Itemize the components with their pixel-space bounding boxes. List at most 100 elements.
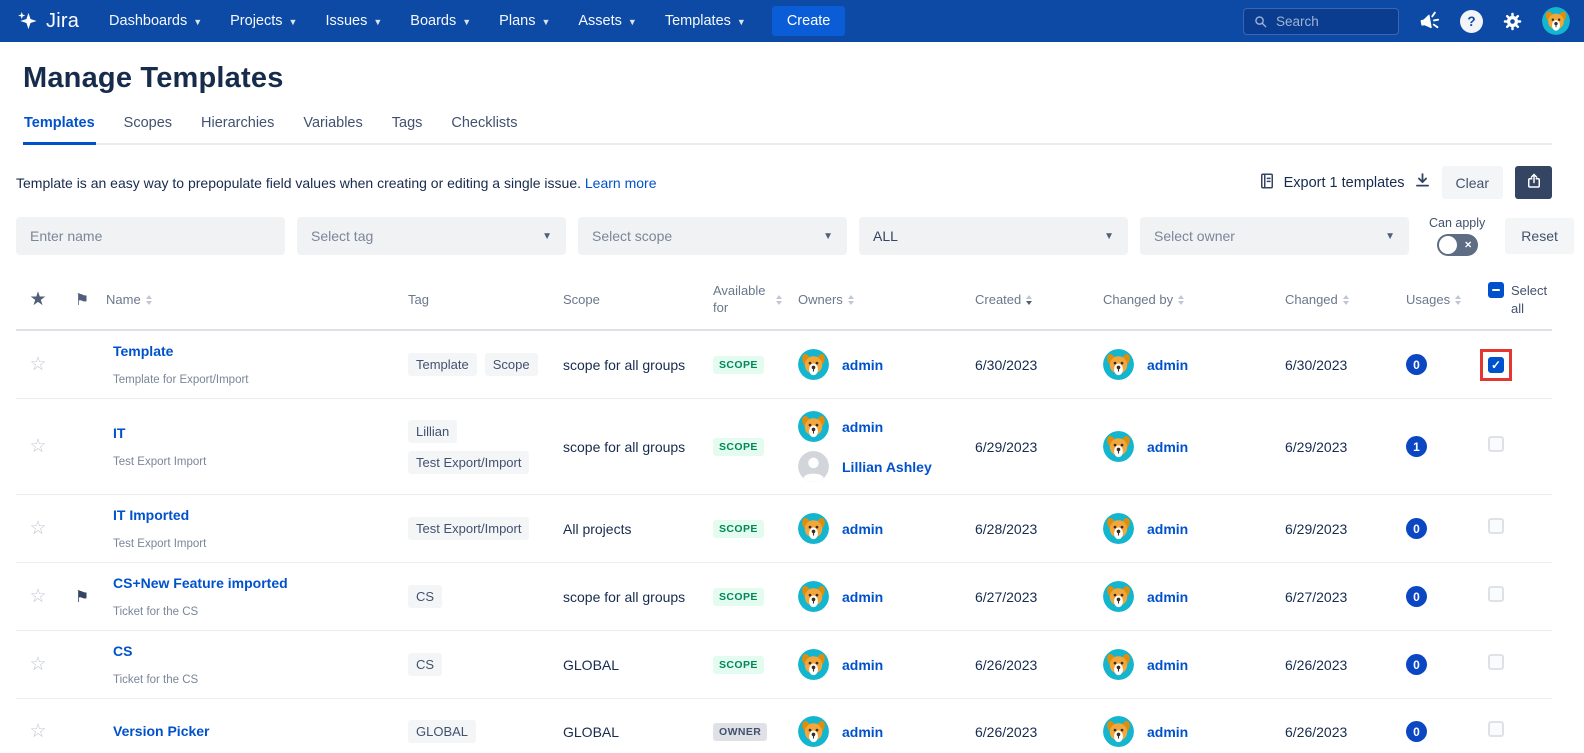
template-name-link[interactable]: Template: [113, 343, 173, 359]
download-icon[interactable]: [1413, 171, 1432, 194]
nav-item-issues[interactable]: Issues▼: [325, 13, 382, 29]
tab-hierarchies[interactable]: Hierarchies: [200, 115, 275, 145]
name-filter-input[interactable]: [30, 228, 271, 244]
page-title: Manage Templates: [23, 62, 1552, 95]
sort-icon: [776, 295, 782, 305]
page-description: Template is an easy way to prepopulate f…: [16, 175, 656, 191]
row-checkbox[interactable]: [1488, 518, 1504, 534]
reset-button[interactable]: Reset: [1505, 218, 1574, 254]
nav-item-templates[interactable]: Templates▼: [665, 13, 746, 29]
header-changed[interactable]: Changed: [1275, 292, 1398, 307]
user-avatar[interactable]: [1542, 7, 1570, 35]
jira-logo[interactable]: Jira: [16, 10, 79, 33]
tab-tags[interactable]: Tags: [391, 115, 424, 145]
user-link[interactable]: admin: [1147, 439, 1188, 455]
nav-item-dashboards[interactable]: Dashboards▼: [109, 13, 202, 29]
table-row: ☆ ⚑ Template Template for Export/Import …: [16, 331, 1552, 399]
user-link[interactable]: admin: [842, 724, 883, 740]
template-name-link[interactable]: CS: [113, 643, 132, 659]
user-link[interactable]: admin: [1147, 357, 1188, 373]
tag-chips: GLOBAL: [400, 720, 555, 743]
nav-item-projects[interactable]: Projects▼: [230, 13, 297, 29]
favorite-star-icon[interactable]: ☆: [29, 518, 46, 539]
user-link[interactable]: admin: [1147, 589, 1188, 605]
select-all-checkbox[interactable]: [1488, 282, 1504, 298]
owner-filter-dropdown[interactable]: Select owner ▼: [1140, 217, 1409, 255]
row-checkbox[interactable]: [1488, 721, 1504, 737]
person-avatar-icon: [798, 451, 829, 482]
type-filter-dropdown[interactable]: ALL ▼: [859, 217, 1128, 255]
owner: admin: [1103, 431, 1267, 462]
row-checkbox[interactable]: [1488, 586, 1504, 602]
create-button[interactable]: Create: [772, 6, 846, 36]
global-search[interactable]: [1243, 8, 1399, 35]
template-description: Ticket for the CS: [113, 674, 392, 686]
tag-filter-dropdown[interactable]: Select tag ▼: [297, 217, 566, 255]
template-name-link[interactable]: Version Picker: [113, 723, 210, 739]
scope-filter-dropdown[interactable]: Select scope ▼: [578, 217, 847, 255]
tab-checklists[interactable]: Checklists: [450, 115, 518, 145]
template-description: Template for Export/Import: [113, 374, 392, 386]
template-name-link[interactable]: IT Imported: [113, 507, 189, 523]
owner: admin: [1103, 349, 1267, 380]
row-checkbox[interactable]: [1488, 654, 1504, 670]
header-available-for[interactable]: Available for: [705, 283, 790, 316]
tag-chip: Test Export/Import: [408, 451, 529, 474]
name-filter[interactable]: [16, 217, 285, 255]
favorite-star-icon[interactable]: ☆: [29, 654, 46, 675]
nav-item-assets[interactable]: Assets▼: [578, 13, 636, 29]
changed-by-cell: admin: [1095, 649, 1275, 680]
search-input[interactable]: [1276, 14, 1386, 29]
tab-scopes[interactable]: Scopes: [123, 115, 173, 145]
description-row: Template is an easy way to prepopulate f…: [16, 166, 1552, 199]
help-icon[interactable]: ?: [1460, 10, 1483, 33]
sort-icon: [848, 295, 854, 305]
announcements-megaphone-icon[interactable]: [1418, 10, 1441, 33]
settings-gear-icon[interactable]: [1502, 11, 1523, 32]
user-link[interactable]: admin: [1147, 521, 1188, 537]
favorite-star-icon[interactable]: ☆: [29, 436, 46, 457]
export-templates-action[interactable]: Export 1 templates: [1258, 171, 1432, 195]
chevron-down-icon: ▼: [737, 17, 746, 27]
header-owners[interactable]: Owners: [790, 292, 965, 307]
header-name[interactable]: Name: [104, 292, 400, 307]
header-created[interactable]: Created: [965, 292, 1095, 307]
flag-header-icon[interactable]: ⚑: [60, 290, 104, 310]
learn-more-link[interactable]: Learn more: [585, 175, 657, 191]
user-link[interactable]: Lillian Ashley: [842, 459, 932, 475]
tab-variables[interactable]: Variables: [302, 115, 363, 145]
dog-avatar-icon: [1103, 349, 1134, 380]
available-for-badge: OWNER: [713, 723, 767, 741]
user-link[interactable]: admin: [842, 589, 883, 605]
filter-bar: Select tag ▼ Select scope ▼ ALL ▼ Select…: [16, 216, 1552, 256]
user-link[interactable]: admin: [842, 357, 883, 373]
template-name-link[interactable]: IT: [113, 425, 125, 441]
templates-table: ★ ⚑ Name Tag Scope Available for Owners …: [16, 272, 1552, 753]
row-checkbox[interactable]: [1488, 436, 1504, 452]
clear-button[interactable]: Clear: [1442, 166, 1503, 199]
user-link[interactable]: admin: [842, 419, 883, 435]
tab-templates[interactable]: Templates: [23, 115, 96, 145]
share-button[interactable]: [1515, 166, 1552, 199]
available-for-badge: SCOPE: [713, 588, 764, 606]
owners-cell: admin: [790, 581, 965, 612]
favorite-star-icon[interactable]: ☆: [29, 586, 46, 607]
favorite-star-icon[interactable]: ☆: [29, 721, 46, 742]
user-link[interactable]: admin: [842, 657, 883, 673]
nav-item-plans[interactable]: Plans▼: [499, 13, 550, 29]
template-name-link[interactable]: CS+New Feature imported: [113, 575, 288, 591]
user-link[interactable]: admin: [1147, 657, 1188, 673]
nav-item-boards[interactable]: Boards▼: [410, 13, 471, 29]
user-link[interactable]: admin: [842, 521, 883, 537]
header-changed-by[interactable]: Changed by: [1095, 292, 1275, 307]
owner: Lillian Ashley: [798, 451, 957, 482]
owner: admin: [798, 513, 957, 544]
header-usages[interactable]: Usages: [1398, 292, 1470, 307]
favorite-star-header-icon[interactable]: ★: [16, 288, 60, 311]
can-apply-toggle[interactable]: ×: [1437, 234, 1478, 256]
dog-avatar-icon: [798, 649, 829, 680]
favorite-star-icon[interactable]: ☆: [29, 354, 46, 375]
row-checkbox[interactable]: ✓: [1488, 357, 1504, 373]
user-link[interactable]: admin: [1147, 724, 1188, 740]
created-date: 6/29/2023: [965, 439, 1095, 455]
